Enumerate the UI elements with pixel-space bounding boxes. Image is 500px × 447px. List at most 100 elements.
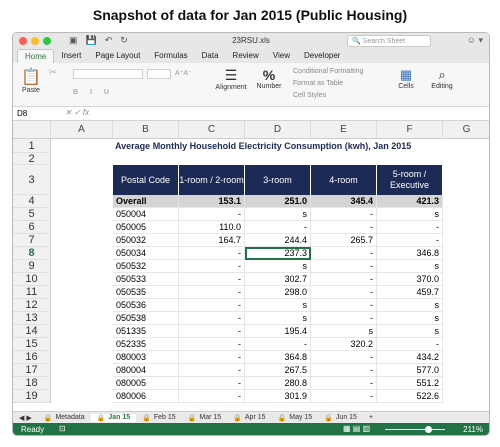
- table-cell[interactable]: 301.9: [245, 390, 311, 403]
- table-cell[interactable]: 267.5: [245, 364, 311, 377]
- editing-button[interactable]: ⌕ Editing: [427, 67, 457, 90]
- table-cell[interactable]: 251.0: [245, 195, 311, 208]
- table-cell[interactable]: 237.3: [245, 247, 311, 260]
- table-cell[interactable]: -: [311, 299, 377, 312]
- row-header[interactable]: 17: [13, 364, 51, 377]
- table-cell[interactable]: -: [179, 325, 245, 338]
- table-cell[interactable]: 345.4: [311, 195, 377, 208]
- table-cell[interactable]: -: [377, 221, 443, 234]
- tab-review[interactable]: Review: [226, 49, 266, 63]
- prev-sheet-icon[interactable]: ◀ ▶: [13, 414, 38, 422]
- font-grow-icon[interactable]: A⁺A⁻: [175, 69, 192, 77]
- fx-icon[interactable]: fx: [83, 108, 89, 117]
- table-cell[interactable]: -: [179, 377, 245, 390]
- table-cell[interactable]: 080006: [113, 390, 179, 403]
- macro-record-icon[interactable]: ⊡: [59, 424, 66, 433]
- row-header[interactable]: 15: [13, 338, 51, 351]
- table-cell[interactable]: -: [311, 351, 377, 364]
- table-cell[interactable]: s: [245, 260, 311, 273]
- sheet-tab-apr-15[interactable]: 🔒 Apr 15: [227, 414, 271, 422]
- header-3-room[interactable]: 3-room: [245, 165, 311, 195]
- table-cell[interactable]: s: [377, 299, 443, 312]
- table-cell[interactable]: 050533: [113, 273, 179, 286]
- header-1-2-room[interactable]: 1-room / 2-room: [179, 165, 245, 195]
- table-cell[interactable]: 577.0: [377, 364, 443, 377]
- table-cell[interactable]: s: [377, 260, 443, 273]
- table-cell[interactable]: 050005: [113, 221, 179, 234]
- table-cell[interactable]: 280.8: [245, 377, 311, 390]
- table-cell[interactable]: -: [311, 390, 377, 403]
- row-header[interactable]: 6: [13, 221, 51, 234]
- table-cell[interactable]: s: [245, 299, 311, 312]
- row-header[interactable]: 7: [13, 234, 51, 247]
- header-5-room-executive[interactable]: 5-room / Executive: [377, 165, 443, 195]
- tab-view[interactable]: View: [266, 49, 297, 63]
- font-name-select[interactable]: [73, 69, 143, 79]
- select-all-corner[interactable]: [13, 121, 51, 139]
- sheet-tab-feb-15[interactable]: 🔒 Feb 15: [136, 414, 182, 422]
- table-cell[interactable]: 051335: [113, 325, 179, 338]
- table-cell[interactable]: 302.7: [245, 273, 311, 286]
- table-cell[interactable]: -: [377, 234, 443, 247]
- row-header[interactable]: 10: [13, 273, 51, 286]
- row-header[interactable]: 3: [13, 165, 51, 195]
- table-cell[interactable]: 244.4: [245, 234, 311, 247]
- column-header-c[interactable]: C: [179, 121, 245, 139]
- add-sheet-icon[interactable]: +: [363, 414, 379, 421]
- column-header-f[interactable]: F: [377, 121, 443, 139]
- table-cell[interactable]: 195.4: [245, 325, 311, 338]
- table-cell[interactable]: -: [179, 286, 245, 299]
- table-cell[interactable]: 050034: [113, 247, 179, 260]
- column-header-g[interactable]: G: [443, 121, 489, 139]
- table-cell[interactable]: -: [179, 208, 245, 221]
- name-box[interactable]: D8: [17, 109, 57, 118]
- table-cell[interactable]: -: [179, 260, 245, 273]
- table-cell[interactable]: 050532: [113, 260, 179, 273]
- table-cell[interactable]: -: [311, 208, 377, 221]
- table-cell[interactable]: s: [377, 312, 443, 325]
- spreadsheet-grid[interactable]: A B C D E F G Average Monthly Household …: [13, 121, 489, 435]
- table-cell[interactable]: s: [245, 312, 311, 325]
- table-cell[interactable]: 370.0: [377, 273, 443, 286]
- row-header[interactable]: 16: [13, 351, 51, 364]
- table-cell[interactable]: -: [311, 273, 377, 286]
- table-cell[interactable]: -: [311, 364, 377, 377]
- table-cell[interactable]: -: [179, 351, 245, 364]
- table-cell[interactable]: 050004: [113, 208, 179, 221]
- table-cell[interactable]: Overall: [113, 195, 179, 208]
- table-cell[interactable]: -: [179, 390, 245, 403]
- table-cell[interactable]: -: [245, 338, 311, 351]
- table-cell[interactable]: s: [377, 208, 443, 221]
- table-cell[interactable]: 050538: [113, 312, 179, 325]
- row-header[interactable]: 5: [13, 208, 51, 221]
- row-header[interactable]: 8: [13, 247, 51, 260]
- row-header[interactable]: 1: [13, 139, 51, 153]
- table-cell[interactable]: 522.6: [377, 390, 443, 403]
- tab-developer[interactable]: Developer: [297, 49, 347, 63]
- table-cell[interactable]: 459.7: [377, 286, 443, 299]
- table-cell[interactable]: 050032: [113, 234, 179, 247]
- header-postal-code[interactable]: Postal Code: [113, 165, 179, 195]
- tab-page-layout[interactable]: Page Layout: [88, 49, 147, 63]
- table-cell[interactable]: -: [179, 338, 245, 351]
- row-header[interactable]: 14: [13, 325, 51, 338]
- column-header-d[interactable]: D: [245, 121, 311, 139]
- sheet-tab-jan-15[interactable]: 🔒 Jan 15: [90, 413, 137, 422]
- number-button[interactable]: % Number: [253, 67, 285, 90]
- table-cell[interactable]: 050536: [113, 299, 179, 312]
- cell-styles-button[interactable]: Cell Styles: [293, 90, 363, 102]
- table-cell[interactable]: 320.2: [311, 338, 377, 351]
- sheet-tab-may-15[interactable]: 🔒 May 15: [272, 414, 319, 422]
- table-cell[interactable]: 346.8: [377, 247, 443, 260]
- row-header[interactable]: 18: [13, 377, 51, 390]
- table-cell[interactable]: -: [179, 364, 245, 377]
- table-cell[interactable]: -: [179, 273, 245, 286]
- cut-icon[interactable]: ✂: [49, 67, 57, 78]
- table-cell[interactable]: 052335: [113, 338, 179, 351]
- table-cell[interactable]: 164.7: [179, 234, 245, 247]
- conditional-formatting-button[interactable]: Conditional Formatting: [293, 66, 363, 78]
- table-cell[interactable]: 080005: [113, 377, 179, 390]
- row-header[interactable]: 9: [13, 260, 51, 273]
- sheet-tab-metadata[interactable]: 🔒 Metadata: [38, 414, 91, 422]
- sheet-title[interactable]: Average Monthly Household Electricity Co…: [115, 139, 445, 153]
